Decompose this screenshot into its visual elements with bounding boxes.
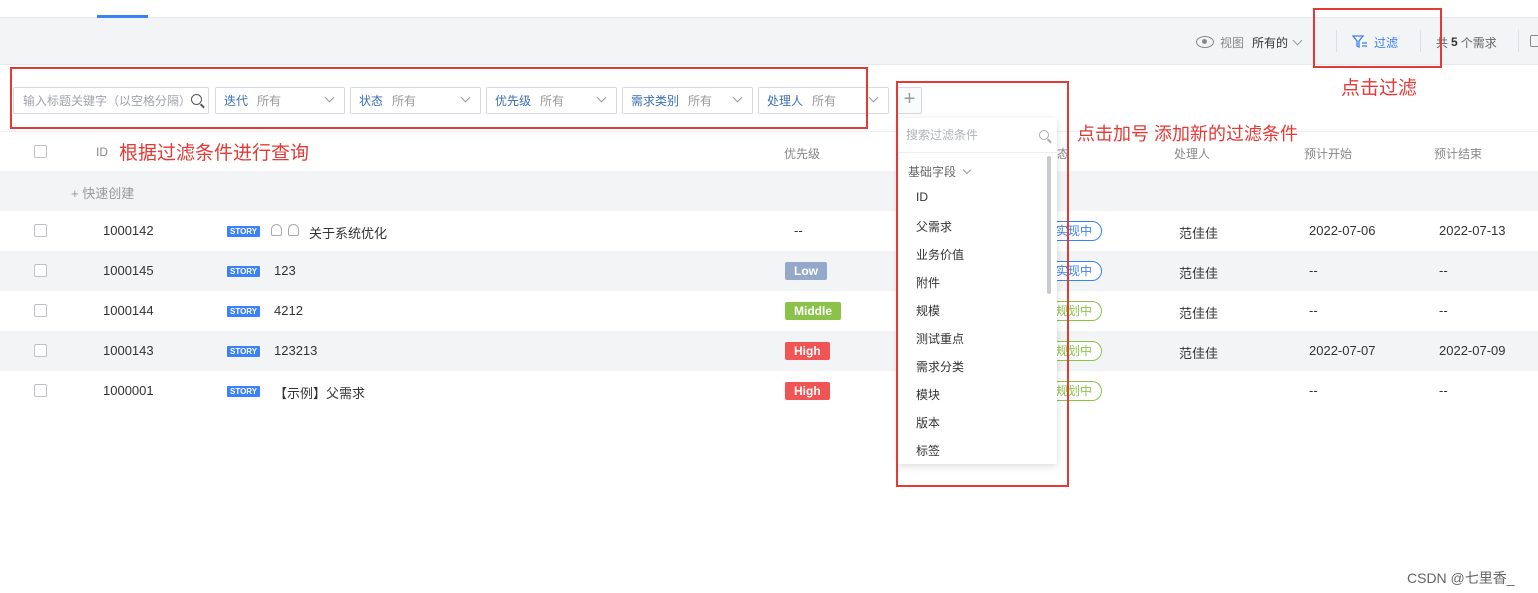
row-end-date[interactable]: -- — [1439, 303, 1448, 318]
watermark: CSDN @七里香_ — [1407, 570, 1515, 586]
row-checkbox[interactable] — [34, 304, 47, 317]
column-header-priority[interactable]: 优先级 — [784, 145, 820, 162]
table-row[interactable]: 1000001 STORY 【示例】父需求 High 规划中 -- -- — [0, 371, 1538, 411]
row-id: 1000144 — [103, 303, 154, 318]
row-id: 1000145 — [103, 263, 154, 278]
quick-create-row[interactable]: + 快速创建 — [0, 171, 1538, 211]
chevron-down-icon — [1292, 35, 1303, 45]
row-title[interactable]: 123 — [274, 263, 296, 278]
page: 视图 所有的 过滤 共5个需求 迭代 所有 状态 — [0, 0, 1538, 593]
column-header-assignee[interactable]: 处理人 — [1174, 145, 1210, 162]
table-row[interactable]: 1000144 STORY 4212 Middle 规划中 范佳佳 -- -- — [0, 291, 1538, 331]
row-end-date[interactable]: 2022-07-13 — [1439, 223, 1506, 238]
row-icons — [271, 224, 299, 236]
priority-badge-high[interactable]: High — [785, 382, 830, 400]
toolbar: 视图 所有的 过滤 共 5 个需求 — [0, 18, 1538, 65]
table-row[interactable]: 1000145 STORY 123 Low 实现中 范佳佳 -- -- — [0, 251, 1538, 291]
select-all-checkbox[interactable] — [34, 145, 47, 158]
view-switch[interactable]: 视图 所有的 — [1196, 32, 1303, 52]
row-start-date[interactable]: -- — [1309, 263, 1318, 278]
row-assignee[interactable]: 范佳佳 — [1179, 223, 1218, 242]
priority-badge-middle[interactable]: Middle — [785, 302, 841, 320]
table-row[interactable]: 1000142 STORY 关于系统优化 -- 实现中 范佳佳 2022-07-… — [0, 211, 1538, 251]
row-checkbox[interactable] — [34, 344, 47, 357]
annotation-text-click-plus: 点击加号 添加新的过滤条件 — [1077, 124, 1298, 144]
row-end-date[interactable]: -- — [1439, 263, 1448, 278]
count-suffix: 个需求 — [1460, 35, 1497, 50]
requirement-count: 共 5 个需求 — [1436, 32, 1497, 52]
column-header-id[interactable]: ID — [96, 145, 108, 159]
settings-icon[interactable] — [1530, 35, 1538, 47]
row-title[interactable]: 【示例】父需求 — [274, 383, 365, 402]
row-title[interactable]: 123213 — [274, 343, 317, 358]
row-assignee[interactable]: 范佳佳 — [1179, 303, 1218, 322]
user-icon — [271, 224, 282, 236]
row-checkbox[interactable] — [34, 264, 47, 277]
column-header-start[interactable]: 预计开始 — [1304, 145, 1352, 162]
story-tag: STORY — [227, 266, 261, 277]
annotation-box-filter-button — [1313, 8, 1442, 68]
row-assignee[interactable]: 范佳佳 — [1179, 263, 1218, 282]
row-priority[interactable]: -- — [794, 223, 803, 238]
annotation-text-filter-query: 根据过滤条件进行查询 — [119, 143, 310, 164]
row-start-date[interactable]: 2022-07-07 — [1309, 343, 1376, 358]
toolbar-divider — [1518, 30, 1519, 52]
row-checkbox[interactable] — [34, 224, 47, 237]
view-label: 视图 — [1220, 35, 1245, 50]
row-start-date[interactable]: -- — [1309, 383, 1318, 398]
annotation-box-filter-bar — [10, 67, 868, 129]
story-tag: STORY — [227, 386, 261, 397]
row-id: 1000142 — [103, 223, 154, 238]
row-id: 1000143 — [103, 343, 154, 358]
annotation-text-click-filter: 点击过滤 — [1341, 78, 1418, 99]
table-row[interactable]: 1000143 STORY 123213 High 规划中 范佳佳 2022-0… — [0, 331, 1538, 371]
story-tag: STORY — [227, 346, 261, 357]
row-title[interactable]: 4212 — [274, 303, 303, 318]
story-tag: STORY — [227, 306, 261, 317]
row-id: 1000001 — [103, 383, 154, 398]
row-title[interactable]: 关于系统优化 — [309, 223, 387, 242]
row-assignee[interactable]: 范佳佳 — [1179, 343, 1218, 362]
story-tag: STORY — [227, 226, 261, 237]
priority-badge-low[interactable]: Low — [785, 262, 827, 280]
row-start-date[interactable]: 2022-07-06 — [1309, 223, 1376, 238]
column-header-end[interactable]: 预计结束 — [1434, 145, 1482, 162]
view-value: 所有的 — [1252, 35, 1289, 50]
eye-icon — [1196, 36, 1214, 48]
row-checkbox[interactable] — [34, 384, 47, 397]
top-tab-strip — [0, 0, 1538, 18]
attachment-icon — [288, 224, 299, 236]
row-end-date[interactable]: 2022-07-09 — [1439, 343, 1506, 358]
chevron-down-icon — [868, 92, 879, 103]
quick-create-label: + 快速创建 — [71, 186, 135, 201]
priority-badge-high[interactable]: High — [785, 342, 830, 360]
count-value: 5 — [1451, 35, 1458, 49]
row-end-date[interactable]: -- — [1439, 383, 1448, 398]
row-start-date[interactable]: -- — [1309, 303, 1318, 318]
annotation-box-dropdown — [896, 81, 1069, 487]
